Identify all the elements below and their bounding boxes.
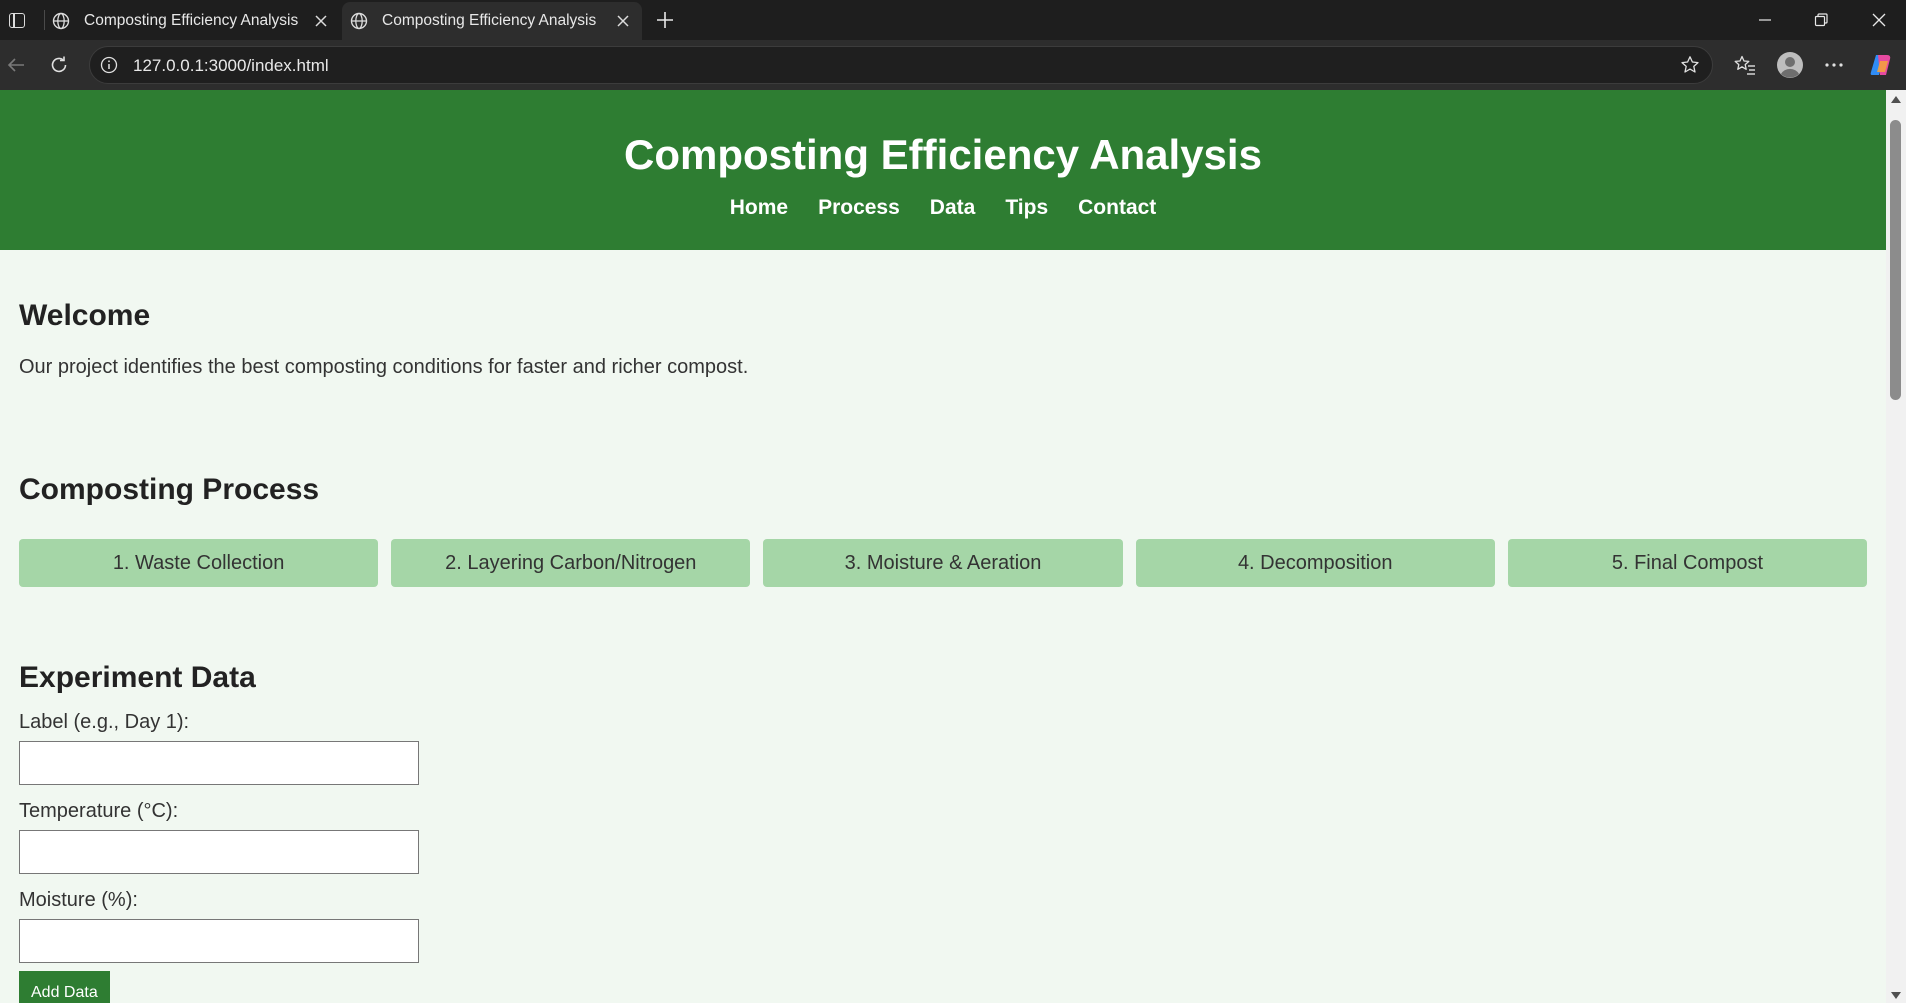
url-text: 127.0.0.1:3000/index.html	[133, 56, 329, 75]
moisture-input[interactable]	[19, 919, 419, 963]
new-tab-icon[interactable]	[651, 6, 679, 34]
moisture-field-label: Moisture (%):	[19, 889, 138, 911]
copilot-icon[interactable]	[1866, 50, 1896, 80]
scroll-up-arrow-icon[interactable]	[1891, 96, 1901, 103]
url-bar[interactable]: 127.0.0.1:3000/index.html	[89, 46, 1713, 84]
process-step-layering: 2. Layering Carbon/Nitrogen	[391, 539, 751, 587]
process-steps: 1. Waste Collection 2. Layering Carbon/N…	[19, 539, 1868, 587]
nav-data-link[interactable]: Data	[930, 197, 976, 218]
globe-icon	[52, 12, 70, 30]
nav-home-link[interactable]: Home	[730, 197, 788, 218]
label-field-label: Label (e.g., Day 1):	[19, 711, 190, 733]
process-step-waste-collection: 1. Waste Collection	[19, 539, 379, 587]
globe-icon	[350, 12, 368, 30]
close-tab-icon[interactable]	[614, 12, 632, 30]
scroll-down-arrow-icon[interactable]	[1891, 992, 1901, 999]
site-title: Composting Efficiency Analysis	[624, 131, 1262, 178]
tab-title: Composting Efficiency Analysis	[84, 12, 299, 29]
site-info-icon[interactable]	[100, 56, 118, 74]
page-scrollbar[interactable]	[1886, 90, 1906, 1003]
main-content: Welcome Our project identifies the best …	[0, 301, 1886, 1003]
close-tab-icon[interactable]	[312, 12, 330, 30]
close-window-icon[interactable]	[1856, 0, 1902, 40]
browser-toolbar: 127.0.0.1:3000/index.html	[0, 40, 1906, 90]
process-heading: Composting Process	[19, 473, 320, 506]
browser-tab-2[interactable]: Composting Efficiency Analysis	[342, 2, 642, 40]
nav-process-link[interactable]: Process	[818, 197, 900, 218]
process-step-final-compost: 5. Final Compost	[1507, 539, 1868, 587]
browser-tab-bar: Composting Efficiency Analysis Compostin…	[0, 0, 1906, 40]
favorite-star-icon[interactable]	[1680, 55, 1700, 75]
back-arrow-icon[interactable]	[2, 51, 30, 79]
temperature-field-label: Temperature (°C):	[19, 800, 179, 822]
site-header: Composting Efficiency Analysis Home Proc…	[0, 90, 1886, 250]
tab-actions-menu-icon[interactable]	[4, 7, 30, 33]
minimize-icon[interactable]	[1742, 0, 1788, 40]
profile-avatar-icon[interactable]	[1775, 50, 1805, 80]
tab-title: Composting Efficiency Analysis	[382, 12, 597, 29]
temperature-input[interactable]	[19, 830, 419, 874]
process-step-decomposition: 4. Decomposition	[1135, 539, 1495, 587]
nav-tips-link[interactable]: Tips	[1005, 197, 1048, 218]
nav-contact-link[interactable]: Contact	[1078, 197, 1156, 218]
label-input[interactable]	[19, 741, 419, 785]
scroll-thumb[interactable]	[1890, 120, 1901, 400]
page-viewport: Composting Efficiency Analysis Home Proc…	[0, 90, 1886, 1003]
browser-tab-1[interactable]: Composting Efficiency Analysis	[44, 2, 340, 40]
experiment-form: Label (e.g., Day 1): Temperature (°C): M…	[19, 712, 419, 1003]
restore-icon[interactable]	[1798, 0, 1844, 40]
site-nav: Home Process Data Tips Contact	[0, 197, 1886, 218]
welcome-heading: Welcome	[19, 299, 151, 332]
reload-icon[interactable]	[45, 51, 73, 79]
more-options-icon[interactable]	[1819, 50, 1849, 80]
add-data-button[interactable]: Add Data	[19, 971, 110, 1003]
welcome-text: Our project identifies the best composti…	[19, 356, 749, 378]
experiment-heading: Experiment Data	[19, 661, 256, 694]
process-step-moisture-aeration: 3. Moisture & Aeration	[763, 539, 1123, 587]
favorites-icon[interactable]	[1730, 50, 1760, 80]
